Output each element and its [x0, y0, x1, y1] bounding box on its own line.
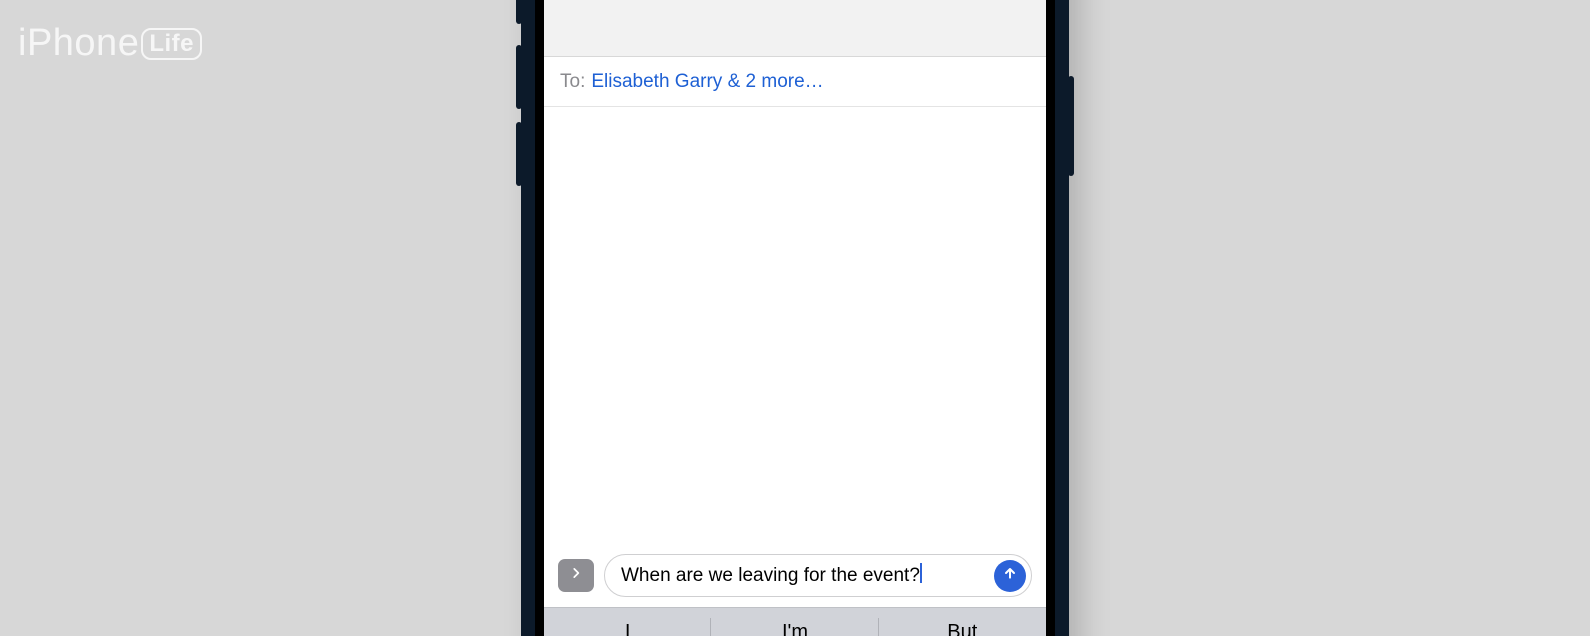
suggestion-1[interactable]: I	[544, 608, 711, 636]
power-button[interactable]	[1068, 76, 1074, 176]
keyboard: I I'm But 1 2 3 4 5 6 7 8 9 0	[544, 607, 1046, 636]
phone-frame: To: Elisabeth Garry & 2 more… When are w…	[521, 0, 1069, 636]
suggestion-3[interactable]: But	[879, 608, 1046, 636]
to-label: To:	[560, 71, 585, 93]
expand-apps-button[interactable]	[558, 559, 594, 592]
watermark-logo: iPhone Life	[18, 22, 202, 65]
recipients-bar[interactable]: To: Elisabeth Garry & 2 more…	[544, 57, 1046, 107]
nav-bar	[544, 0, 1046, 57]
send-button[interactable]	[994, 560, 1026, 592]
compose-row: When are we leaving for the event?	[544, 554, 1046, 607]
recipients-text[interactable]: Elisabeth Garry & 2 more…	[591, 71, 823, 93]
conversation-area[interactable]	[544, 107, 1046, 554]
suggestion-bar: I I'm But	[544, 608, 1046, 636]
volume-up-button[interactable]	[516, 45, 522, 109]
chevron-right-icon	[569, 566, 583, 585]
message-input-text: When are we leaving for the event?	[621, 565, 920, 586]
text-cursor	[920, 563, 922, 583]
phone-bezel: To: Elisabeth Garry & 2 more… When are w…	[535, 0, 1055, 636]
phone-screen: To: Elisabeth Garry & 2 more… When are w…	[544, 0, 1046, 636]
silence-switch[interactable]	[516, 0, 522, 24]
suggestion-2[interactable]: I'm	[711, 608, 878, 636]
volume-down-button[interactable]	[516, 122, 522, 186]
message-input[interactable]: When are we leaving for the event?	[604, 554, 1032, 597]
arrow-up-icon	[1002, 564, 1018, 588]
watermark-brand: iPhone	[18, 22, 139, 65]
watermark-badge: Life	[141, 28, 202, 60]
